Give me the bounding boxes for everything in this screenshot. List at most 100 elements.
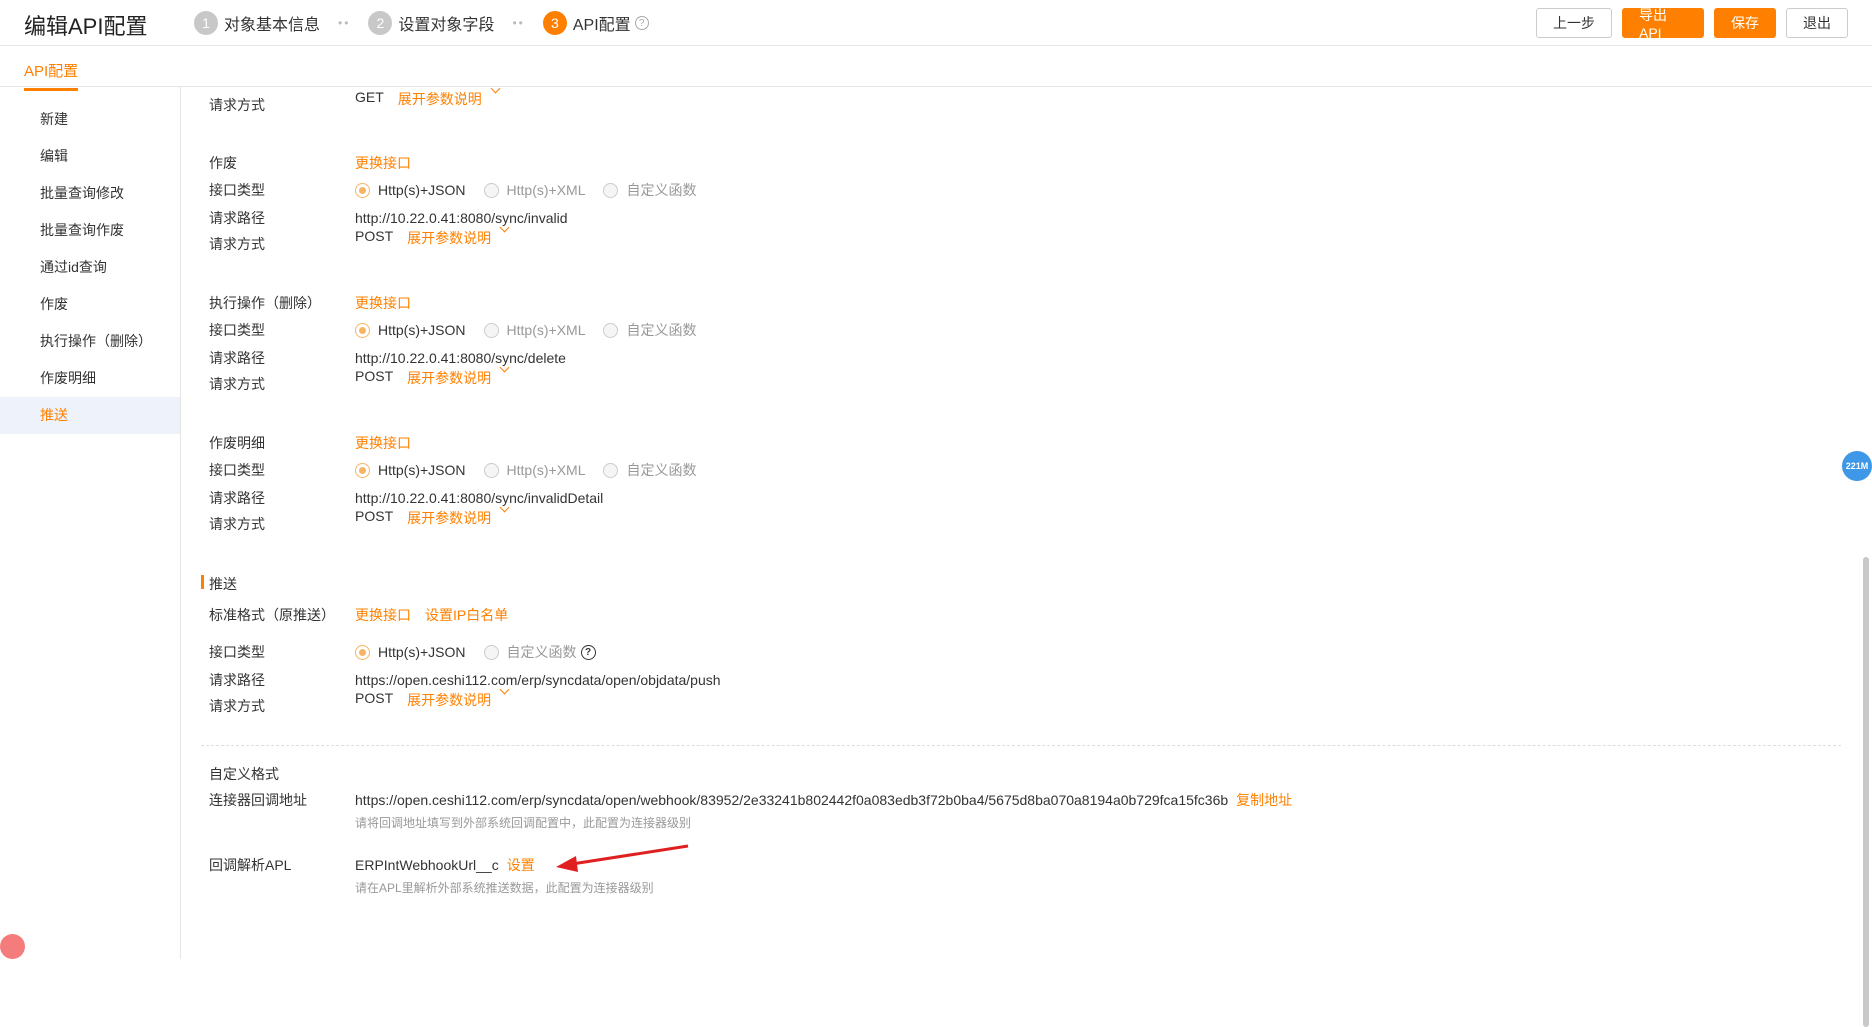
interface-type-label: 接口类型: [209, 644, 265, 660]
exit-button[interactable]: 退出: [1786, 8, 1848, 38]
main-content: 请求方式 GET 展开参数说明 作废 更换接口 接口类型 Http(s)+JSO…: [182, 87, 1852, 959]
request-path-label: 请求路径: [209, 672, 265, 688]
block-title: 作废: [209, 155, 237, 171]
request-method-label: 请求方式: [209, 376, 265, 392]
export-api-button[interactable]: 导出API: [1622, 7, 1704, 41]
radio-label: Http(s)+JSON: [378, 644, 466, 660]
change-interface-link[interactable]: 更换接口: [355, 293, 411, 313]
radio-unchecked-icon: [603, 182, 619, 198]
sidebar-item-delete[interactable]: 执行操作（删除）: [0, 323, 180, 360]
request-method-value: GET: [355, 89, 384, 105]
callback-url-row: 连接器回调地址 https://open.ceshi112.com/erp/sy…: [209, 790, 1292, 810]
radio-label: 自定义函数: [626, 182, 697, 198]
step-2-number: 2: [368, 11, 393, 35]
sidebar-item-query-by-id[interactable]: 通过id查询: [0, 249, 180, 286]
tab-bar: API配置: [0, 46, 1872, 91]
change-interface-link[interactable]: 更换接口: [355, 153, 411, 173]
interface-type-row: 接口类型 Http(s)+JSON Http(s)+XML 自定义函数: [209, 460, 714, 480]
apl-row: 回调解析APL ERPIntWebhookUrl__c 设置: [209, 855, 535, 875]
step-3[interactable]: 3 API配置 ?: [542, 11, 649, 35]
sidebar-item-push[interactable]: 推送: [0, 397, 180, 434]
step-1-number: 1: [194, 11, 218, 35]
block-header-row: 作废明细 更换接口: [209, 433, 411, 453]
ip-whitelist-link[interactable]: 设置IP白名单: [425, 605, 508, 625]
radio-unchecked-icon: [483, 322, 499, 338]
request-method-row: 请求方式 GET 展开参数说明: [209, 87, 501, 115]
sidebar-item-create[interactable]: 新建: [0, 101, 180, 138]
floating-dot[interactable]: [0, 934, 25, 959]
expand-params-link[interactable]: 展开参数说明: [398, 89, 482, 109]
interface-type-label: 接口类型: [209, 462, 265, 478]
step-3-number: 3: [542, 11, 567, 35]
question-icon[interactable]: ?: [580, 644, 596, 660]
radio-label: Http(s)+JSON: [378, 462, 466, 478]
block-header-row: 作废 更换接口: [209, 153, 411, 173]
radio-custom-func[interactable]: 自定义函数: [603, 180, 696, 200]
interface-type-label: 接口类型: [209, 182, 265, 198]
radio-unchecked-icon: [483, 182, 499, 198]
apl-value: ERPIntWebhookUrl__c: [355, 857, 499, 873]
block-header-row: 执行操作（删除） 更换接口: [209, 293, 411, 313]
radio-custom-func[interactable]: 自定义函数: [603, 320, 696, 340]
help-icon[interactable]: ?: [634, 16, 649, 30]
radio-custom-func[interactable]: 自定义函数: [603, 460, 696, 480]
callback-hint-row: 请将回调地址填写到外部系统回调配置中，此配置为连接器级别: [209, 814, 691, 831]
prev-step-button[interactable]: 上一步: [1536, 8, 1612, 38]
radio-unchecked-icon: [483, 644, 499, 660]
sidebar-item-edit[interactable]: 编辑: [0, 138, 180, 175]
request-method-label: 请求方式: [209, 97, 265, 113]
request-path-row: 请求路径 http://10.22.0.41:8080/sync/delete: [209, 348, 566, 368]
interface-type-row: 接口类型 Http(s)+JSON Http(s)+XML 自定义函数: [209, 320, 714, 340]
stepper: 1 对象基本信息 •• 2 设置对象字段 •• 3 API配置 ?: [194, 11, 649, 35]
radio-http-json[interactable]: Http(s)+JSON: [355, 182, 466, 198]
custom-format-title-row: 自定义格式: [209, 764, 279, 784]
radio-checked-icon: [355, 322, 370, 338]
scrollbar-thumb[interactable]: [1863, 557, 1869, 1027]
standard-format-label: 标准格式（原推送）: [209, 607, 335, 623]
radio-label: Http(s)+XML: [506, 182, 586, 198]
radio-http-xml[interactable]: Http(s)+XML: [483, 462, 585, 478]
sidebar-item-invalid-detail[interactable]: 作废明细: [0, 360, 180, 397]
scrollbar[interactable]: [1858, 87, 1872, 1027]
change-interface-link[interactable]: 更换接口: [355, 605, 411, 625]
step-3-label: API配置: [572, 17, 631, 34]
request-method-value: POST: [355, 508, 394, 524]
radio-unchecked-icon: [483, 462, 499, 478]
request-path-value: http://10.22.0.41:8080/sync/delete: [355, 350, 566, 366]
request-method-value: POST: [355, 228, 394, 244]
block-title: 作废明细: [209, 435, 265, 451]
expand-params-link[interactable]: 展开参数说明: [407, 690, 491, 710]
request-method-value: POST: [355, 690, 394, 706]
expand-params-link[interactable]: 展开参数说明: [407, 508, 491, 528]
apl-set-link[interactable]: 设置: [507, 855, 535, 875]
expand-params-link[interactable]: 展开参数说明: [407, 228, 491, 248]
radio-http-json[interactable]: Http(s)+JSON: [355, 462, 466, 478]
header-bar: 编辑API配置 1 对象基本信息 •• 2 设置对象字段 •• 3 API配置 …: [0, 0, 1872, 46]
change-interface-link[interactable]: 更换接口: [355, 433, 411, 453]
radio-http-json[interactable]: Http(s)+JSON: [355, 644, 466, 660]
radio-unchecked-icon: [603, 322, 619, 338]
step-1-label: 对象基本信息: [224, 17, 321, 34]
radio-checked-icon: [355, 644, 370, 660]
request-method-value: POST: [355, 368, 394, 384]
copy-address-link[interactable]: 复制地址: [1236, 790, 1292, 810]
step-1[interactable]: 1 对象基本信息: [194, 11, 320, 35]
sidebar-item-invalid[interactable]: 作废: [0, 286, 180, 323]
callback-url-label: 连接器回调地址: [209, 792, 307, 808]
step-2[interactable]: 2 设置对象字段: [368, 11, 494, 35]
memory-badge: 221M: [1842, 451, 1872, 481]
chevron-down-icon[interactable]: [490, 87, 501, 94]
custom-format-title: 自定义格式: [209, 766, 279, 782]
save-button[interactable]: 保存: [1714, 8, 1776, 38]
expand-params-link[interactable]: 展开参数说明: [407, 368, 491, 388]
sidebar-item-batch-query-invalid[interactable]: 批量查询作废: [0, 212, 180, 249]
section-title-row: 推送: [209, 574, 237, 594]
divider: [201, 745, 1841, 746]
radio-http-xml[interactable]: Http(s)+XML: [483, 182, 586, 198]
interface-type-row: 接口类型 Http(s)+JSON Http(s)+XML 自定义函数: [209, 180, 714, 200]
radio-http-xml[interactable]: Http(s)+XML: [483, 322, 585, 338]
sidebar-item-batch-query-modify[interactable]: 批量查询修改: [0, 175, 180, 212]
radio-custom-func[interactable]: 自定义函数: [483, 642, 577, 662]
radio-http-json[interactable]: Http(s)+JSON: [355, 322, 466, 338]
radio-label: Http(s)+JSON: [378, 322, 466, 338]
